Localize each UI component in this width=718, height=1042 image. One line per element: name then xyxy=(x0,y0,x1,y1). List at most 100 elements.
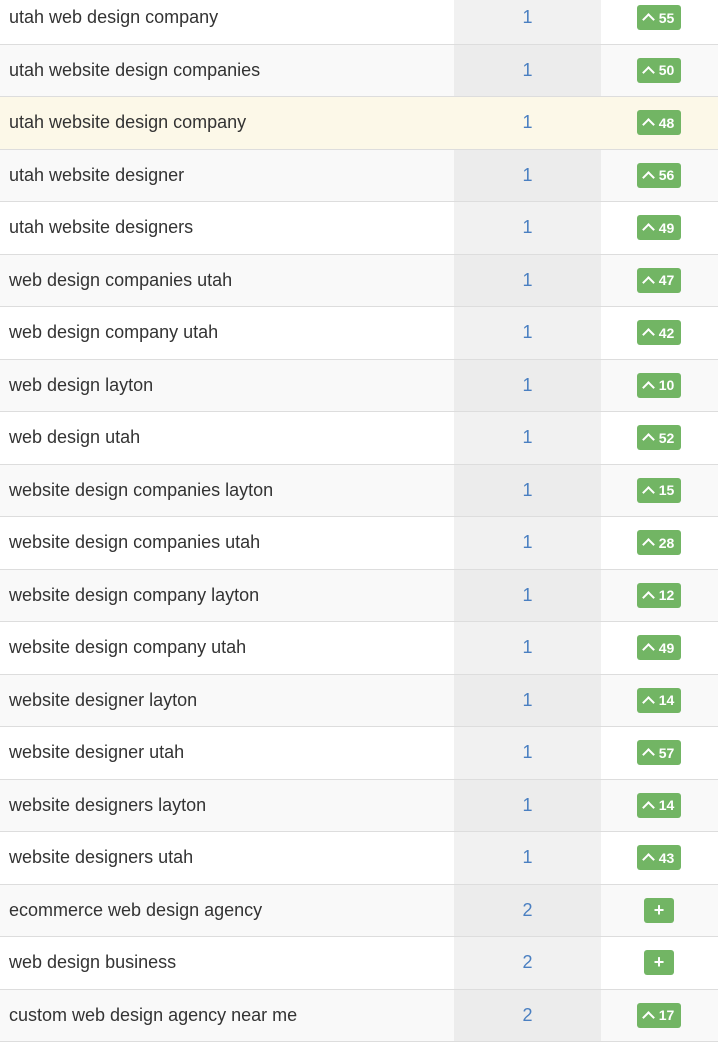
chevron-up-icon xyxy=(642,1011,655,1024)
table-row[interactable]: website designers layton114 xyxy=(0,780,718,833)
table-row[interactable]: ecommerce web design agency2+ xyxy=(0,885,718,938)
keyword-cell: utah web design company xyxy=(0,7,454,28)
table-row[interactable]: utah website design companies150 xyxy=(0,45,718,98)
table-row[interactable]: web design utah1 52 xyxy=(0,412,718,465)
table-row[interactable]: web design company utah1 42 xyxy=(0,307,718,360)
change-cell: 15 xyxy=(601,478,718,503)
position-cell[interactable]: 1 xyxy=(454,622,601,674)
table-row[interactable]: utah web design company1 55 xyxy=(0,0,718,45)
change-cell: 47 xyxy=(601,268,718,293)
change-badge: + xyxy=(644,898,674,923)
chevron-up-icon xyxy=(642,118,655,131)
position-cell[interactable]: 1 xyxy=(454,255,601,307)
position-cell[interactable]: 1 xyxy=(454,832,601,884)
chevron-up-icon xyxy=(642,13,655,26)
position-cell[interactable]: 1 xyxy=(454,202,601,254)
position-cell[interactable]: 1 xyxy=(454,517,601,569)
change-badge: 48 xyxy=(637,110,682,135)
chevron-up-icon xyxy=(642,486,655,499)
position-cell[interactable]: 1 xyxy=(454,97,601,149)
change-value: 48 xyxy=(659,115,675,131)
position-cell[interactable]: 1 xyxy=(454,0,601,44)
change-value: 43 xyxy=(659,850,675,866)
plus-icon: + xyxy=(654,900,665,921)
table-row[interactable]: website design companies layton115 xyxy=(0,465,718,518)
position-cell[interactable]: 2 xyxy=(454,885,601,937)
table-row[interactable]: website designer utah1 57 xyxy=(0,727,718,780)
table-row[interactable]: web design layton110 xyxy=(0,360,718,413)
chevron-up-icon xyxy=(642,538,655,551)
position-cell[interactable]: 1 xyxy=(454,570,601,622)
position-cell[interactable]: 2 xyxy=(454,990,601,1042)
change-cell: 43 xyxy=(601,845,718,870)
table-row[interactable]: website design company layton112 xyxy=(0,570,718,623)
table-row[interactable]: utah website design company1 48 xyxy=(0,97,718,150)
chevron-up-icon xyxy=(642,276,655,289)
position-cell[interactable]: 1 xyxy=(454,675,601,727)
chevron-up-icon xyxy=(642,433,655,446)
keyword-cell: web design utah xyxy=(0,427,454,448)
change-badge: 43 xyxy=(637,845,682,870)
table-row[interactable]: custom web design agency near me217 xyxy=(0,990,718,1042)
keyword-cell: website designer layton xyxy=(0,690,454,711)
position-cell[interactable]: 1 xyxy=(454,45,601,97)
position-cell[interactable]: 1 xyxy=(454,465,601,517)
keyword-cell: website designer utah xyxy=(0,742,454,763)
change-value: 55 xyxy=(659,10,675,26)
change-badge: 14 xyxy=(637,688,682,713)
position-cell[interactable]: 2 xyxy=(454,937,601,989)
keyword-cell: web design business xyxy=(0,952,454,973)
change-cell: 52 xyxy=(601,425,718,450)
keyword-cell: utah website design companies xyxy=(0,60,454,81)
change-cell: 49 xyxy=(601,635,718,660)
change-cell: 57 xyxy=(601,740,718,765)
change-badge: 57 xyxy=(637,740,682,765)
change-badge: 49 xyxy=(637,215,682,240)
table-row[interactable]: website design company utah1 49 xyxy=(0,622,718,675)
position-cell[interactable]: 1 xyxy=(454,307,601,359)
change-badge: 47 xyxy=(637,268,682,293)
chevron-up-icon xyxy=(642,381,655,394)
change-badge: 17 xyxy=(637,1003,682,1028)
change-badge: + xyxy=(644,950,674,975)
keyword-cell: web design company utah xyxy=(0,322,454,343)
change-value: 49 xyxy=(659,640,675,656)
change-value: 14 xyxy=(659,692,675,708)
chevron-up-icon xyxy=(642,328,655,341)
table-row[interactable]: web design companies utah147 xyxy=(0,255,718,308)
position-cell[interactable]: 1 xyxy=(454,412,601,464)
position-cell[interactable]: 1 xyxy=(454,150,601,202)
position-cell[interactable]: 1 xyxy=(454,360,601,412)
chevron-up-icon xyxy=(642,223,655,236)
keyword-cell: website designers layton xyxy=(0,795,454,816)
change-value: 47 xyxy=(659,272,675,288)
position-cell[interactable]: 1 xyxy=(454,780,601,832)
table-row[interactable]: website design companies utah128 xyxy=(0,517,718,570)
change-value: 42 xyxy=(659,325,675,341)
chevron-up-icon xyxy=(642,171,655,184)
change-badge: 49 xyxy=(637,635,682,660)
plus-icon: + xyxy=(654,952,665,973)
change-cell: 55 xyxy=(601,5,718,30)
change-cell: 14 xyxy=(601,793,718,818)
table-row[interactable]: utah website designers1 49 xyxy=(0,202,718,255)
change-badge: 42 xyxy=(637,320,682,345)
position-cell[interactable]: 1 xyxy=(454,727,601,779)
change-badge: 55 xyxy=(637,5,682,30)
chevron-up-icon xyxy=(642,853,655,866)
table-row[interactable]: website designer layton1 14 xyxy=(0,675,718,728)
chevron-up-icon xyxy=(642,643,655,656)
chevron-up-icon xyxy=(642,748,655,761)
table-row[interactable]: web design business2 + xyxy=(0,937,718,990)
keyword-cell: website design companies layton xyxy=(0,480,454,501)
table-row[interactable]: website designers utah143 xyxy=(0,832,718,885)
change-cell: 49 xyxy=(601,215,718,240)
keyword-rankings-table: utah web design company155utah website d… xyxy=(0,0,718,1042)
keyword-cell: website design company utah xyxy=(0,637,454,658)
keyword-cell: utah website designers xyxy=(0,217,454,238)
change-badge: 10 xyxy=(637,373,682,398)
table-row[interactable]: utah website designer156 xyxy=(0,150,718,203)
keyword-cell: utah website design company xyxy=(0,112,454,133)
change-cell: 42 xyxy=(601,320,718,345)
change-badge: 52 xyxy=(637,425,682,450)
